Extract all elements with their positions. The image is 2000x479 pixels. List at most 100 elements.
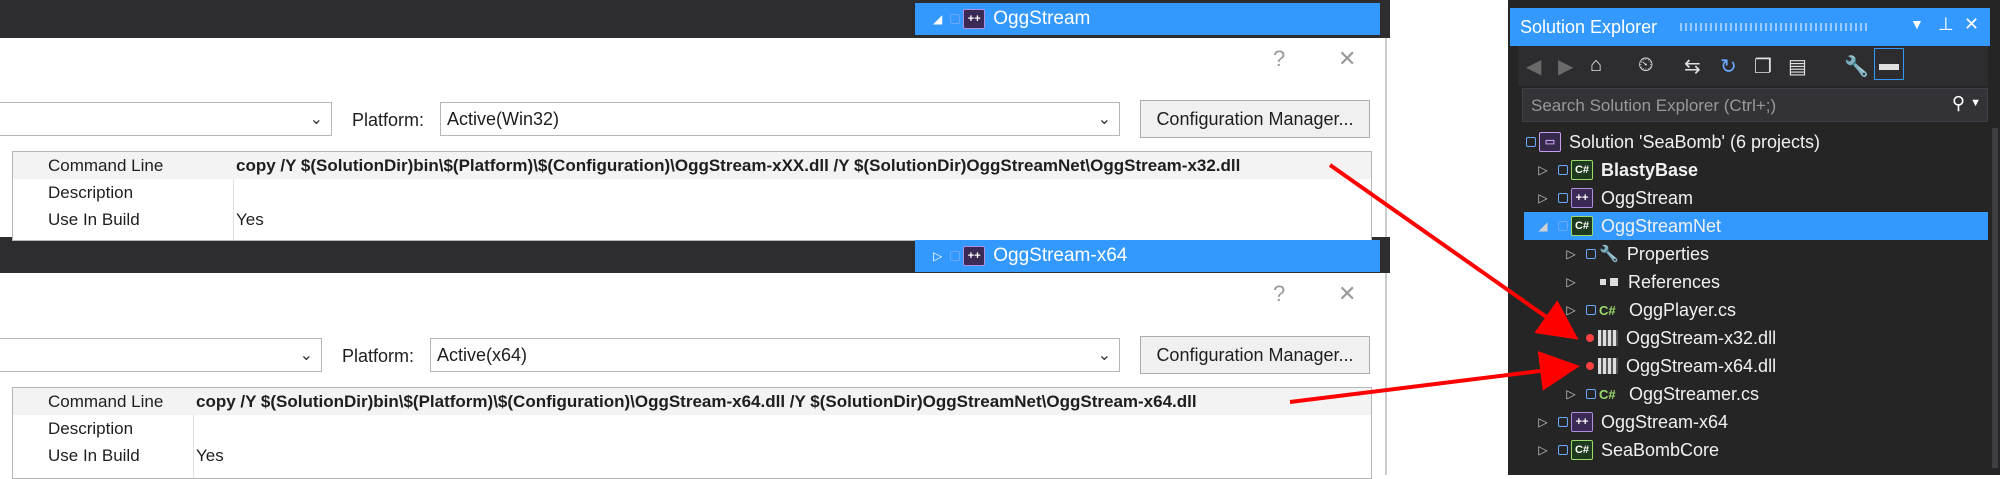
grid-row-use-in-build[interactable]: Use In Build Yes bbox=[13, 206, 1371, 233]
solution-explorer-search[interactable]: Search Solution Explorer (Ctrl+;) ⚲ ▼ bbox=[1522, 88, 1988, 122]
row-value[interactable]: copy /Y $(SolutionDir)bin\$(Platform)\$(… bbox=[196, 392, 1197, 412]
chevron-down-icon: ⌄ bbox=[1097, 111, 1111, 128]
expand-triangle-icon[interactable]: ▷ bbox=[933, 249, 942, 263]
pin-icon[interactable]: ⊥ bbox=[1938, 14, 1954, 35]
platform-value: Active(Win32) bbox=[447, 108, 560, 129]
collapse-all-icon[interactable]: ❐ bbox=[1754, 54, 1772, 79]
file-node-oggstream-x64-dll[interactable]: OggStream-x64.dll bbox=[1586, 352, 1776, 380]
collapse-icon[interactable]: ◢ bbox=[1536, 219, 1550, 233]
expand-icon[interactable]: ▷ bbox=[1536, 443, 1550, 457]
configuration-combo[interactable]: ⌄ bbox=[0, 102, 332, 136]
property-grid: Command Line copy /Y $(SolutionDir)bin\$… bbox=[12, 387, 1372, 479]
expand-icon[interactable]: ▷ bbox=[1564, 303, 1578, 317]
forward-icon[interactable]: ▶ bbox=[1558, 54, 1573, 79]
panel-title: Solution Explorer bbox=[1520, 16, 1658, 37]
platform-combo[interactable]: Active(x64) ⌄ bbox=[430, 338, 1120, 372]
item-label: OggStream-x64 bbox=[1601, 411, 1729, 432]
project-node-oggstream-x64[interactable]: ▷ ++ OggStream-x64 bbox=[1536, 408, 1728, 436]
file-node-oggstreamer[interactable]: ▷ C# OggStreamer.cs bbox=[1564, 380, 1759, 408]
platform-label: Platform: bbox=[352, 110, 425, 130]
folder-node-properties[interactable]: ▷ 🔧 Properties bbox=[1564, 240, 1709, 268]
item-label: OggStream-x64.dll bbox=[1626, 355, 1777, 376]
row-value[interactable]: Yes bbox=[196, 446, 224, 466]
tree-node-label: OggStream bbox=[993, 8, 1091, 29]
property-dialog-x64: ? ✕ ⌄ Platform: Active(x64) ⌄ Configurat… bbox=[0, 273, 1387, 479]
row-value[interactable]: copy /Y $(SolutionDir)bin\$(Platform)\$(… bbox=[236, 156, 1240, 176]
grid-row-command-line[interactable]: Command Line copy /Y $(SolutionDir)bin\$… bbox=[13, 388, 1371, 415]
chevron-down-icon[interactable]: ▼ bbox=[1970, 97, 1981, 109]
wrench-icon: 🔧 bbox=[1599, 246, 1619, 263]
search-placeholder: Search Solution Explorer (Ctrl+;) bbox=[1531, 96, 1777, 115]
dropdown-arrow-icon[interactable]: ▼ bbox=[1910, 16, 1924, 32]
lock-icon bbox=[950, 14, 961, 24]
sync-icon[interactable]: ⇆ bbox=[1684, 54, 1701, 79]
grid-row-use-in-build[interactable]: Use In Build Yes bbox=[13, 442, 1371, 469]
item-label: Solution 'SeaBomb' (6 projects) bbox=[1569, 131, 1820, 152]
item-label: OggStreamer.cs bbox=[1629, 383, 1760, 404]
cpp-project-icon: ++ bbox=[1571, 412, 1593, 432]
row-name: Command Line bbox=[48, 155, 164, 175]
lock-icon bbox=[1526, 137, 1536, 147]
row-name: Command Line bbox=[48, 391, 164, 411]
row-name: Description bbox=[48, 182, 134, 202]
expand-icon[interactable]: ▷ bbox=[1564, 387, 1578, 401]
cpp-project-icon: ++ bbox=[963, 246, 986, 266]
project-node-oggstreamnet[interactable]: ◢ C# OggStreamNet bbox=[1524, 212, 1988, 240]
tree-node-oggstream[interactable]: ◢ ++ OggStream bbox=[915, 3, 1380, 35]
configuration-combo[interactable]: ⌄ bbox=[0, 338, 322, 372]
dialog-titlebar: ? ✕ bbox=[0, 273, 1385, 317]
csharp-project-icon: C# bbox=[1571, 216, 1593, 236]
file-node-oggplayer[interactable]: ▷ C# OggPlayer.cs bbox=[1564, 296, 1736, 324]
folder-node-references[interactable]: ▷ References bbox=[1564, 268, 1720, 296]
properties-wrench-icon[interactable]: 🔧 bbox=[1844, 54, 1869, 79]
expand-icon[interactable]: ▷ bbox=[1536, 415, 1550, 429]
project-node-blastybase[interactable]: ▷ C# BlastyBase bbox=[1536, 156, 1698, 184]
platform-combo[interactable]: Active(Win32) ⌄ bbox=[440, 102, 1120, 136]
item-label: OggStream-x32.dll bbox=[1626, 327, 1777, 348]
grid-row-description[interactable]: Description bbox=[13, 415, 1371, 442]
grid-row-command-line[interactable]: Command Line copy /Y $(SolutionDir)bin\$… bbox=[13, 152, 1371, 179]
file-node-oggstream-x32-dll[interactable]: OggStream-x32.dll bbox=[1586, 324, 1776, 352]
item-label: OggStream bbox=[1601, 187, 1694, 208]
expand-icon[interactable]: ▷ bbox=[1564, 247, 1578, 261]
row-name: Use In Build bbox=[48, 209, 140, 229]
tree-node-label: OggStream-x64 bbox=[993, 245, 1128, 266]
item-label: OggStreamNet bbox=[1601, 215, 1722, 236]
tree-node-oggstream-x64[interactable]: ▷ ++ OggStream-x64 bbox=[915, 240, 1380, 272]
item-label: References bbox=[1628, 271, 1721, 292]
csharp-project-icon: C# bbox=[1571, 440, 1593, 460]
solution-node[interactable]: ▭ Solution 'SeaBomb' (6 projects) bbox=[1526, 128, 1820, 156]
help-button[interactable]: ? bbox=[1273, 281, 1285, 307]
grip-dots bbox=[1680, 23, 1870, 31]
csharp-file-icon: C# bbox=[1599, 386, 1616, 402]
lock-icon bbox=[1558, 193, 1568, 203]
grid-row-description[interactable]: Description bbox=[13, 179, 1371, 206]
scrollbar[interactable] bbox=[1992, 128, 1998, 468]
expand-icon[interactable]: ▷ bbox=[1564, 275, 1578, 289]
show-all-files-icon[interactable]: ▤ bbox=[1788, 54, 1807, 79]
configuration-manager-button[interactable]: Configuration Manager... bbox=[1140, 100, 1370, 138]
configuration-manager-button[interactable]: Configuration Manager... bbox=[1140, 336, 1370, 374]
refresh-icon[interactable]: ↻ bbox=[1720, 54, 1737, 79]
checkout-indicator-icon bbox=[1586, 362, 1594, 370]
expand-icon[interactable]: ▷ bbox=[1536, 191, 1550, 205]
chevron-down-icon: ⌄ bbox=[1097, 347, 1111, 364]
collapse-triangle-icon[interactable]: ◢ bbox=[933, 12, 942, 26]
row-value[interactable]: Yes bbox=[236, 210, 264, 230]
project-node-oggstream[interactable]: ▷ ++ OggStream bbox=[1536, 184, 1693, 212]
csharp-project-icon: C# bbox=[1571, 160, 1593, 180]
item-label: SeaBombCore bbox=[1601, 439, 1720, 460]
project-node-seabombcore[interactable]: ▷ C# SeaBombCore bbox=[1536, 436, 1719, 464]
preview-icon[interactable]: ▬ bbox=[1874, 48, 1904, 80]
back-icon[interactable]: ◀ bbox=[1526, 54, 1541, 79]
chevron-down-icon: ⌄ bbox=[309, 111, 323, 128]
expand-icon[interactable]: ▷ bbox=[1536, 163, 1550, 177]
close-button[interactable]: ✕ bbox=[1338, 281, 1356, 307]
help-button[interactable]: ? bbox=[1273, 46, 1285, 72]
search-icon[interactable]: ⚲ bbox=[1952, 93, 1965, 114]
home-icon[interactable]: ⌂ bbox=[1590, 54, 1602, 77]
pending-changes-icon[interactable]: ⏲ bbox=[1638, 54, 1654, 77]
close-button[interactable]: ✕ bbox=[1338, 46, 1356, 72]
solution-explorer-panel: Solution Explorer ▼ ⊥ ✕ ◀ ▶ ⌂ ⏲ ⇆ ↻ ❐ ▤ … bbox=[1508, 0, 2000, 475]
close-icon[interactable]: ✕ bbox=[1964, 14, 1979, 35]
